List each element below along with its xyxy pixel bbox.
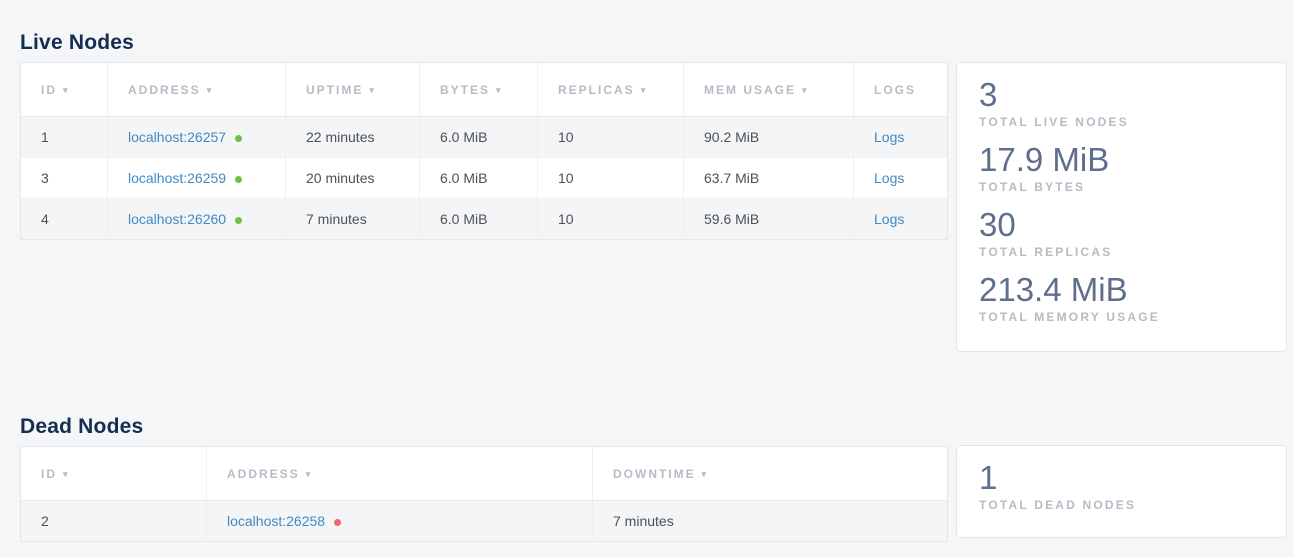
dead-col-header-id[interactable]: ID ▾ [21, 447, 207, 501]
sort-arrow-icon: ▾ [702, 469, 709, 479]
node-live-status-dot-icon [235, 135, 242, 142]
node-dead-status-dot-icon [334, 519, 341, 526]
sort-arrow-icon: ▾ [306, 469, 313, 479]
total-live-nodes-stat: 3 TOTAL LIVE NODES [979, 76, 1264, 129]
stat-value: 3 [979, 76, 1264, 114]
live-node-row: 4 localhost:26260 7 minutes 6.0 MiB 10 5… [21, 199, 948, 240]
total-replicas-stat: 30 TOTAL REPLICAS [979, 206, 1264, 259]
column-label: BYTES [440, 83, 490, 97]
node-replicas-cell: 10 [538, 117, 684, 158]
dead-nodes-title: Dead Nodes [20, 415, 143, 439]
stat-value: 17.9 MiB [979, 141, 1264, 179]
stat-label: TOTAL REPLICAS [979, 245, 1264, 259]
live-nodes-table: ID ▾ ADDRESS ▾ UPTIME ▾ BYTES ▾ REPLICAS ▾ ME… [20, 62, 948, 240]
node-address-cell: localhost:26260 [108, 199, 286, 240]
live-node-row: 1 localhost:26257 22 minutes 6.0 MiB 10 … [21, 117, 948, 158]
stat-label: TOTAL LIVE NODES [979, 115, 1264, 129]
column-label: MEM USAGE [704, 83, 796, 97]
total-bytes-stat: 17.9 MiB TOTAL BYTES [979, 141, 1264, 194]
stat-value: 30 [979, 206, 1264, 244]
column-label: UPTIME [306, 83, 363, 97]
sort-arrow-icon: ▾ [802, 85, 809, 95]
stat-label: TOTAL BYTES [979, 180, 1264, 194]
live-col-header-id[interactable]: ID ▾ [21, 63, 108, 117]
column-label: ADDRESS [128, 83, 201, 97]
node-address-link[interactable]: localhost:26259 [128, 170, 226, 186]
node-uptime-cell: 7 minutes [286, 199, 420, 240]
node-bytes-cell: 6.0 MiB [420, 117, 538, 158]
live-nodes-summary-card: 3 TOTAL LIVE NODES 17.9 MiB TOTAL BYTES … [956, 62, 1287, 352]
dead-nodes-summary-card: 1 TOTAL DEAD NODES [956, 445, 1287, 538]
node-logs-link[interactable]: Logs [874, 170, 904, 186]
total-memory-usage-stat: 213.4 MiB TOTAL MEMORY USAGE [979, 271, 1264, 324]
dead-nodes-table: ID ▾ ADDRESS ▾ DOWNTIME ▾ 2 localhost:26258… [20, 446, 948, 542]
sort-arrow-icon: ▾ [496, 85, 503, 95]
sort-arrow-icon: ▾ [207, 85, 214, 95]
sort-arrow-icon: ▾ [369, 85, 376, 95]
live-col-header-address[interactable]: ADDRESS ▾ [108, 63, 286, 117]
stat-label: TOTAL MEMORY USAGE [979, 310, 1264, 324]
live-node-row: 3 localhost:26259 20 minutes 6.0 MiB 10 … [21, 158, 948, 199]
node-live-status-dot-icon [235, 217, 242, 224]
column-label: ID [41, 83, 57, 97]
node-logs-cell: Logs [854, 117, 948, 158]
node-address-link[interactable]: localhost:26260 [128, 211, 226, 227]
node-logs-cell: Logs [854, 158, 948, 199]
total-dead-nodes-stat: 1 TOTAL DEAD NODES [979, 459, 1264, 512]
node-address-cell: localhost:26259 [108, 158, 286, 199]
sort-arrow-icon: ▾ [63, 85, 70, 95]
live-nodes-title: Live Nodes [20, 31, 134, 55]
node-mem-usage-cell: 63.7 MiB [684, 158, 854, 199]
stat-value: 1 [979, 459, 1264, 497]
node-address-cell: localhost:26257 [108, 117, 286, 158]
column-label: ADDRESS [227, 467, 300, 481]
live-col-header-mem-usage[interactable]: MEM USAGE ▾ [684, 63, 854, 117]
sort-arrow-icon: ▾ [641, 85, 648, 95]
stat-value: 213.4 MiB [979, 271, 1264, 309]
node-uptime-cell: 20 minutes [286, 158, 420, 199]
node-logs-link[interactable]: Logs [874, 129, 904, 145]
node-id-cell: 3 [21, 158, 108, 199]
node-address-link[interactable]: localhost:26257 [128, 129, 226, 145]
dead-col-header-address[interactable]: ADDRESS ▾ [207, 447, 593, 501]
dead-table-header-row: ID ▾ ADDRESS ▾ DOWNTIME ▾ [21, 447, 948, 501]
node-uptime-cell: 22 minutes [286, 117, 420, 158]
column-label: LOGS [874, 83, 916, 97]
node-replicas-cell: 10 [538, 158, 684, 199]
node-live-status-dot-icon [235, 176, 242, 183]
node-address-link[interactable]: localhost:26258 [227, 513, 325, 529]
node-bytes-cell: 6.0 MiB [420, 199, 538, 240]
node-downtime-cell: 7 minutes [593, 501, 948, 542]
column-label: ID [41, 467, 57, 481]
node-logs-cell: Logs [854, 199, 948, 240]
stat-label: TOTAL DEAD NODES [979, 498, 1264, 512]
dead-node-row: 2 localhost:26258 7 minutes [21, 501, 948, 542]
live-col-header-bytes[interactable]: BYTES ▾ [420, 63, 538, 117]
live-table-header-row: ID ▾ ADDRESS ▾ UPTIME ▾ BYTES ▾ REPLICAS ▾ ME… [21, 63, 948, 117]
column-label: REPLICAS [558, 83, 635, 97]
live-col-header-logs: LOGS [854, 63, 948, 117]
node-bytes-cell: 6.0 MiB [420, 158, 538, 199]
node-id-cell: 1 [21, 117, 108, 158]
node-mem-usage-cell: 59.6 MiB [684, 199, 854, 240]
node-replicas-cell: 10 [538, 199, 684, 240]
live-col-header-replicas[interactable]: REPLICAS ▾ [538, 63, 684, 117]
node-mem-usage-cell: 90.2 MiB [684, 117, 854, 158]
cluster-nodes-page: { "icons": { "sort_arrow": "▾" }, "color… [0, 0, 1294, 557]
node-address-cell: localhost:26258 [207, 501, 593, 542]
node-logs-link[interactable]: Logs [874, 211, 904, 227]
node-id-cell: 4 [21, 199, 108, 240]
live-col-header-uptime[interactable]: UPTIME ▾ [286, 63, 420, 117]
node-id-cell: 2 [21, 501, 207, 542]
dead-col-header-downtime[interactable]: DOWNTIME ▾ [593, 447, 948, 501]
sort-arrow-icon: ▾ [63, 469, 70, 479]
column-label: DOWNTIME [613, 467, 696, 481]
